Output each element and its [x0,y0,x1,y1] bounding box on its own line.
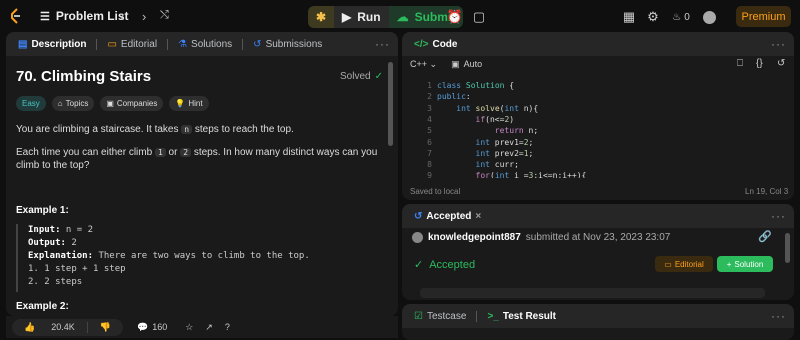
problem-list-link[interactable]: ☰ Problem List [40,9,129,23]
document-icon: ▤ [18,38,28,50]
hint-tag[interactable]: 💡 Hint [169,96,209,111]
description-scrollbar[interactable] [388,62,393,146]
description-actions-bar: 👍 20.4K 👎 💬 160 ☆ ↗ ? [6,316,398,338]
tab-submissions[interactable]: ↺ Submissions [249,39,326,50]
auto-mode[interactable]: ▣ Auto [451,59,482,70]
layout-icon[interactable]: ▦ [620,8,638,26]
thumbs-up-icon: 👍 [24,321,36,332]
solved-status: Solved ✓ [340,71,383,82]
language-select[interactable]: C++ ⌄ [410,59,437,70]
testcase-tabs: ☑ Testcase >_ Test Result [402,304,794,328]
tab-accepted[interactable]: ↺ Accepted × [410,211,485,222]
tab-solutions[interactable]: ⚗ Solutions [174,39,236,50]
reset-icon[interactable]: ↺ [777,58,785,69]
bug-icon: ✱ [315,10,327,24]
accepted-scrollbar[interactable] [785,233,790,263]
link-icon[interactable]: 🔗 [758,230,772,243]
solution-button[interactable]: + Solution [717,256,773,272]
book-icon: ▭ [107,38,117,50]
leetcode-logo-icon[interactable] [8,8,24,24]
avatar[interactable] [700,8,718,26]
check-circle-icon: ✓ [374,71,383,82]
cursor-position: Ln 19, Col 3 [745,187,789,196]
testcase-panel: ☑ Testcase >_ Test Result ··· [402,304,794,340]
tag-icon: ⌂ [57,99,63,108]
lock-small-icon: ▣ [451,59,460,69]
streak-fire-icon[interactable]: ♨ 0 [668,8,694,26]
prev-problem-icon[interactable]: ‹ [120,9,124,24]
example-1-heading: Example 1: [16,205,69,216]
history-icon: ↺ [414,210,423,222]
history-icon: ↺ [253,38,262,50]
accepted-panel: ↺ Accepted × ··· [402,204,794,300]
difficulty-badge: Easy [16,96,46,111]
accepted-more-icon[interactable]: ··· [771,209,786,223]
timer-icon[interactable]: ⏰ [446,8,464,26]
user-avatar[interactable] [412,232,423,243]
tab-editorial[interactable]: ▭ Editorial [103,39,161,50]
code-editor[interactable]: 1 class Solution { 2 public: 3 int solve(i… [404,80,792,178]
companies-tag[interactable]: ▣ Companies [100,96,164,111]
settings-gear-icon[interactable]: ⚙ [644,8,662,26]
example-1-box: Input: n = 2 Output: 2 Explanation: Ther… [16,224,376,292]
next-problem-icon[interactable]: › [142,9,146,24]
run-button[interactable]: ▶ Run [334,6,389,28]
tab-description[interactable]: ▤ Description [14,39,90,50]
code-brackets-icon: </> [414,38,429,50]
code-header: </> Code [402,32,794,56]
note-icon[interactable]: ▢ [470,8,488,26]
bookmark-icon[interactable]: ⎕ [737,58,743,69]
cloud-upload-icon: ☁ [396,10,409,24]
help-icon[interactable]: ? [225,322,230,332]
save-status: Saved to local [410,187,461,196]
like-button[interactable]: 👍 20.4K [12,322,87,333]
example-2-heading: Example 2: [16,301,69,312]
code-toolbar: C++ ⌄ ▣ Auto [410,59,482,70]
play-icon: ▶ [342,10,352,24]
flask-icon: ⚗ [178,38,188,50]
close-icon[interactable]: × [475,211,481,222]
shuffle-icon[interactable]: ⤭ [160,9,169,22]
checkbox-icon: ☑ [414,310,423,322]
lightbulb-icon: 💡 [175,99,186,108]
description-tabs: ▤ Description ▭ Editorial ⚗ Solutions ↺ Subm… [6,32,398,56]
description-paragraph-2: Each time you can either climb 1 or 2 st… [16,147,378,171]
list-icon: ☰ [40,10,50,23]
topics-tag[interactable]: ⌂ Topics [51,96,95,111]
username-link[interactable]: knowledgepoint887 [428,232,521,243]
check-circle-icon: ✓ [414,259,424,271]
code-more-icon[interactable]: ··· [771,37,786,51]
dislike-button[interactable]: 👎 [86,321,123,333]
comment-icon: 💬 [136,321,149,332]
more-options-icon[interactable]: ··· [375,37,390,51]
terminal-icon: >_ [487,310,499,322]
like-dislike-group: 👍 20.4K 👎 [12,318,123,336]
plus-icon: + [726,259,732,269]
thumbs-down-icon: 👎 [99,321,111,332]
submission-info: knowledgepoint887 submitted at Nov 23, 2… [412,232,670,243]
tab-testcase[interactable]: ☑ Testcase [410,311,470,322]
comments-button[interactable]: 💬 160 [137,322,167,333]
share-icon[interactable]: ↗ [205,322,213,333]
description-paragraph-1: You are climbing a staircase. It takes n… [16,124,294,135]
run-submit-group: ✱ ▶ Run ☁ Submit [308,6,464,28]
format-code-icon[interactable]: {} [756,58,763,69]
problem-tags: Easy ⌂ Topics ▣ Companies 💡 Hint [16,96,209,111]
accepted-status: ✓ Accepted [414,258,476,272]
debug-button[interactable]: ✱ [308,6,334,28]
book-icon: ▭ [664,259,672,269]
lock-icon: ▣ [106,99,114,108]
editorial-button[interactable]: ▭ Editorial [655,256,713,272]
result-details-card [420,288,765,298]
testcase-more-icon[interactable]: ··· [771,309,786,323]
accepted-tab-bar: ↺ Accepted × [402,204,794,228]
star-icon[interactable]: ☆ [185,322,193,333]
tab-test-result[interactable]: >_ Test Result [483,311,560,322]
problem-title: 70. Climbing Stairs [16,68,152,85]
premium-button[interactable]: Premium [736,6,791,27]
top-bar: ☰ Problem List ‹ › ⤭ ✱ ▶ Run ☁ Submit ⏰ ▢ … [0,0,800,32]
